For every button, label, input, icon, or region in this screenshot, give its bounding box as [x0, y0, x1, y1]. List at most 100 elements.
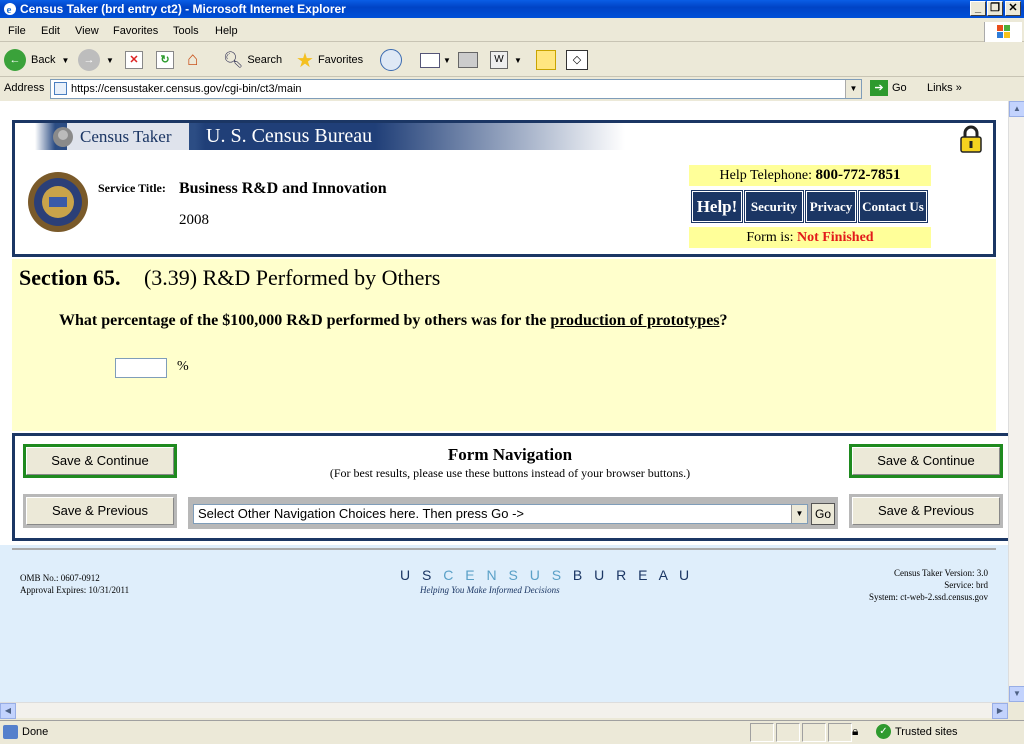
go-button[interactable]: ➔ Go: [870, 80, 907, 96]
star-icon: ★: [296, 49, 314, 72]
form-status: Form is: Not Finished: [689, 227, 931, 248]
messenger-icon: ◇: [566, 50, 588, 70]
home-button[interactable]: ⌂: [187, 48, 198, 72]
window-title: Census Taker (brd entry ct2) - Microsoft…: [20, 2, 346, 16]
address-dropdown-icon[interactable]: ▼: [845, 80, 861, 98]
vertical-scrollbar[interactable]: ▲ ▼: [1008, 101, 1024, 702]
census-taker-title: Census Taker: [80, 127, 172, 146]
help-button[interactable]: Help!: [691, 190, 743, 223]
refresh-button[interactable]: ↻: [156, 48, 174, 72]
menu-help[interactable]: Help: [215, 25, 238, 37]
favorites-label: Favorites: [317, 54, 364, 66]
status-text: Done: [22, 726, 49, 738]
scroll-right-icon[interactable]: ▶: [992, 703, 1008, 719]
help-telephone-number: 800-772-7851: [815, 167, 901, 183]
privacy-link[interactable]: Privacy: [805, 190, 857, 223]
help-telephone: Help Telephone: 800-772-7851: [689, 165, 931, 186]
address-field[interactable]: https://censustaker.census.gov/cgi-bin/c…: [50, 79, 862, 99]
section-number: Section 65.: [19, 265, 121, 290]
scroll-up-icon[interactable]: ▲: [1009, 101, 1024, 117]
section-title: (3.39) R&D Performed by Others: [143, 265, 441, 290]
navigation-choices-select[interactable]: Select Other Navigation Choices here. Th…: [193, 504, 808, 524]
favorites-button[interactable]: ★ Favorites: [296, 48, 363, 72]
scroll-down-icon[interactable]: ▼: [1009, 686, 1024, 702]
section-panel: Section 65. (3.39) R&D Performed by Othe…: [12, 259, 996, 431]
contact-us-link[interactable]: Contact Us: [858, 190, 928, 223]
horizontal-scrollbar[interactable]: ◀ ▶: [0, 702, 1008, 719]
history-icon: [380, 49, 402, 71]
stop-icon: ✕: [125, 51, 143, 69]
menu-view[interactable]: View: [75, 25, 99, 37]
form-navigation-title: Form Navigation: [447, 445, 573, 464]
print-icon: [458, 52, 478, 68]
go-arrow-icon: ➔: [870, 80, 888, 96]
note-icon: [536, 50, 556, 70]
form-navigation-subtitle: (For best results, please use these butt…: [329, 466, 691, 480]
back-button[interactable]: ← Back ▼: [4, 48, 69, 72]
home-icon: ⌂: [187, 49, 199, 70]
lock-icon: [960, 125, 982, 153]
form-navigation: Save & Continue Save & Previous Save & C…: [12, 433, 1008, 541]
messenger-button[interactable]: ◇: [566, 48, 588, 72]
discuss-button[interactable]: [536, 48, 556, 72]
navigation-go-button[interactable]: Go: [811, 503, 835, 525]
title-bar: e Census Taker (brd entry ct2) - Microso…: [0, 0, 1024, 18]
minimize-button[interactable]: _: [970, 1, 986, 16]
help-links: Help! Security Privacy Contact Us: [691, 190, 928, 223]
windows-logo: [984, 22, 1022, 42]
word-icon: W: [490, 51, 508, 69]
menu-tools[interactable]: Tools: [173, 25, 199, 37]
scroll-left-icon[interactable]: ◀: [0, 703, 16, 719]
links-button[interactable]: Links »: [927, 82, 962, 94]
ie-icon: e: [4, 3, 16, 16]
stop-button[interactable]: ✕: [125, 48, 143, 72]
close-button[interactable]: ✕: [1005, 1, 1021, 16]
menu-file[interactable]: File: [8, 25, 26, 37]
section-heading: Section 65. (3.39) R&D Performed by Othe…: [19, 265, 440, 291]
edit-button[interactable]: W ▼: [490, 48, 522, 72]
print-button[interactable]: [458, 48, 478, 72]
forward-button[interactable]: → ▼: [78, 48, 114, 72]
svg-text:e: e: [7, 4, 12, 16]
menu-edit[interactable]: Edit: [41, 25, 60, 37]
address-url: https://censustaker.census.gov/cgi-bin/c…: [71, 83, 302, 95]
refresh-icon: ↻: [156, 51, 174, 69]
address-label: Address: [4, 82, 45, 94]
service-title: Business R&D and Innovation: [179, 180, 387, 197]
toolbar: ← Back ▼ → ▼ ✕ ↻ ⌂ 🔍︎ Search ★ Favorites…: [0, 43, 1024, 77]
search-label: Search: [247, 54, 283, 66]
commerce-seal-icon: [28, 172, 88, 232]
select-dropdown-icon[interactable]: ▼: [791, 505, 807, 523]
restore-button[interactable]: ❐: [987, 1, 1003, 16]
go-label: Go: [892, 82, 907, 94]
save-previous-button-right[interactable]: Save & Previous: [849, 494, 1003, 528]
census-bureau-logo[interactable]: U S C E N S U S B U R E A U: [400, 567, 693, 583]
service-year: 2008: [179, 212, 209, 228]
forward-arrow-icon: →: [78, 49, 100, 71]
mail-button[interactable]: ▼: [420, 48, 451, 72]
version-info: Census Taker Version: 3.0 Service: brd S…: [869, 568, 988, 602]
prototypes-link[interactable]: production of prototypes: [550, 312, 719, 329]
save-previous-button-left[interactable]: Save & Previous: [23, 494, 177, 528]
omb-info: OMB No.: 0607-0912 Approval Expires: 10/…: [20, 573, 130, 595]
question-text: What percentage of the $100,000 R&D perf…: [59, 312, 728, 329]
trusted-sites-icon: ✓: [876, 724, 891, 739]
footer: OMB No.: 0607-0912 Approval Expires: 10/…: [0, 545, 1008, 702]
history-button[interactable]: [380, 48, 402, 72]
page-content: Census Taker U. S. Census Bureau Service…: [0, 101, 1008, 702]
service-title-label: Service Title:: [98, 181, 166, 195]
percent-unit: %: [177, 359, 189, 374]
bureau-title: U. S. Census Bureau: [206, 125, 373, 147]
census-taker-emblem-icon: [53, 127, 73, 147]
census-header: Census Taker U. S. Census Bureau Service…: [12, 120, 996, 257]
security-link[interactable]: Security: [744, 190, 804, 223]
menu-bar: File Edit View Favorites Tools Help: [0, 22, 1024, 42]
percentage-input[interactable]: [115, 358, 167, 378]
form-status-value: Not Finished: [796, 230, 874, 245]
menu-favorites[interactable]: Favorites: [113, 25, 158, 37]
back-arrow-icon: ←: [4, 49, 26, 71]
census-bureau-tagline: Helping You Make Informed Decisions: [420, 585, 560, 595]
back-label: Back: [31, 54, 56, 66]
search-button[interactable]: 🔍︎ Search: [223, 48, 282, 72]
status-bar: Done 🔒︎ ✓ Trusted sites: [0, 720, 1024, 744]
